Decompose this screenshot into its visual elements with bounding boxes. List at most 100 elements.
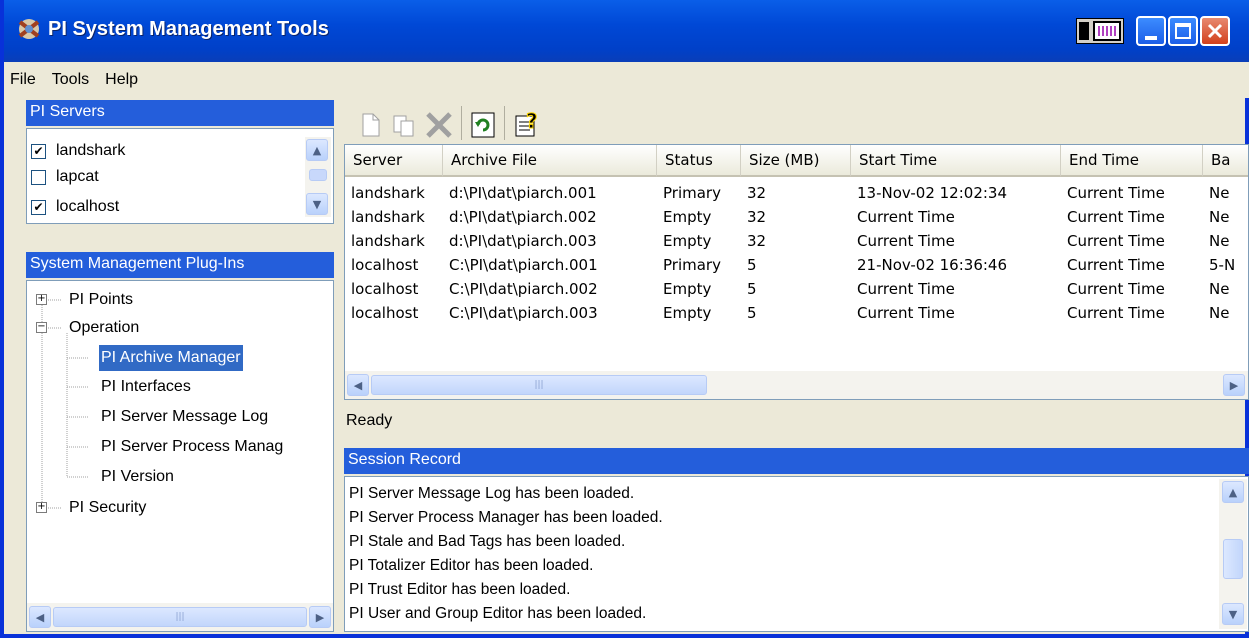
table-row[interactable]: localhost C:\PI\dat\piarch.001 Primary 5 21-… bbox=[345, 253, 1248, 277]
table-row[interactable]: localhost C:\PI\dat\piarch.002 Empty 5 Curre… bbox=[345, 277, 1248, 301]
column-header[interactable]: Ba bbox=[1203, 145, 1248, 177]
svg-text:?: ? bbox=[526, 109, 538, 133]
table-cell: Empty bbox=[663, 232, 712, 250]
table-cell: 21-Nov-02 16:36:46 bbox=[857, 256, 1008, 274]
column-header[interactable]: Server bbox=[345, 145, 443, 177]
app-logo-icon bbox=[18, 19, 40, 39]
table-cell: 13-Nov-02 12:02:34 bbox=[857, 184, 1008, 202]
table-cell: 5-N bbox=[1209, 256, 1236, 274]
scroll-right-button[interactable]: ▶ bbox=[309, 606, 331, 628]
close-icon bbox=[1207, 23, 1223, 39]
table-cell: Current Time bbox=[1067, 280, 1165, 298]
session-scrollbar[interactable]: ▲ ▼ bbox=[1219, 479, 1247, 629]
tree-hscrollbar[interactable]: ◀ ||| ▶ bbox=[27, 603, 333, 631]
scroll-left-button[interactable]: ◀ bbox=[29, 606, 51, 628]
tree-item-pi-security[interactable]: PI Security bbox=[69, 495, 146, 521]
scroll-left-button[interactable]: ◀ bbox=[347, 374, 369, 396]
table-cell: Current Time bbox=[1067, 304, 1165, 322]
servers-scrollbar[interactable]: ▲ ▼ bbox=[305, 137, 331, 217]
close-button[interactable] bbox=[1200, 16, 1230, 46]
table-cell: Empty bbox=[663, 208, 712, 226]
column-header[interactable]: Size (MB) bbox=[741, 145, 851, 177]
column-header[interactable]: End Time bbox=[1061, 145, 1203, 177]
checkbox[interactable] bbox=[31, 169, 46, 185]
tree-item-pi-server-message-log[interactable]: PI Server Message Log bbox=[101, 404, 268, 430]
table-cell: Primary bbox=[663, 256, 721, 274]
copy-icon[interactable] bbox=[392, 112, 416, 138]
table-cell: Current Time bbox=[1067, 232, 1165, 250]
table-cell: Current Time bbox=[857, 280, 955, 298]
title-bar[interactable]: PI System Management Tools bbox=[4, 0, 1249, 62]
scroll-down-button[interactable]: ▼ bbox=[1222, 603, 1244, 625]
table-cell: localhost bbox=[351, 256, 419, 274]
window-title: PI System Management Tools bbox=[48, 18, 329, 40]
table-cell: landshark bbox=[351, 232, 425, 250]
new-icon[interactable] bbox=[360, 112, 382, 138]
server-item-lapcat[interactable]: lapcat bbox=[31, 165, 99, 189]
table-cell: Primary bbox=[663, 184, 721, 202]
log-line: PI Server Message Log has been loaded. bbox=[349, 485, 635, 502]
column-header[interactable]: Archive File bbox=[443, 145, 657, 177]
scroll-right-button[interactable]: ▶ bbox=[1223, 374, 1245, 396]
tree-item-pi-archive-manager[interactable]: PI Archive Manager bbox=[99, 345, 243, 371]
scroll-thumb[interactable]: ||| bbox=[53, 607, 307, 627]
scroll-up-button[interactable]: ▲ bbox=[306, 139, 328, 161]
tree-item-pi-points[interactable]: PI Points bbox=[69, 287, 133, 313]
table-cell: landshark bbox=[351, 184, 425, 202]
plugins-tree: + PI Points − Operation PI Archive Manag… bbox=[26, 280, 334, 632]
table-row[interactable]: landshark d:\PI\dat\piarch.003 Empty 32 Curr… bbox=[345, 229, 1248, 253]
table-cell: Ne bbox=[1209, 280, 1230, 298]
table-cell: localhost bbox=[351, 304, 419, 322]
menu-tools[interactable]: Tools bbox=[52, 71, 89, 89]
log-line: PI Server Process Manager has been loade… bbox=[349, 509, 663, 526]
table-cell: Current Time bbox=[1067, 256, 1165, 274]
table-row[interactable]: localhost C:\PI\dat\piarch.003 Empty 5 Curre… bbox=[345, 301, 1248, 325]
table-cell: C:\PI\dat\piarch.002 bbox=[449, 280, 598, 298]
pi-servers-header: PI Servers bbox=[26, 100, 334, 126]
log-line: PI Trust Editor has been loaded. bbox=[349, 581, 571, 598]
scroll-down-button[interactable]: ▼ bbox=[306, 193, 328, 215]
scroll-thumb[interactable] bbox=[1223, 539, 1243, 579]
expand-plus-icon[interactable]: + bbox=[36, 294, 47, 305]
scroll-thumb[interactable]: ||| bbox=[371, 375, 707, 395]
log-line: PI Totalizer Editor has been loaded. bbox=[349, 557, 594, 574]
properties-icon[interactable]: ? bbox=[512, 108, 544, 140]
plugins-header: System Management Plug-Ins bbox=[26, 252, 334, 278]
menu-help[interactable]: Help bbox=[105, 71, 138, 89]
scroll-thumb[interactable] bbox=[309, 169, 327, 181]
menu-bar: File Tools Help bbox=[4, 62, 1249, 98]
tree-item-operation[interactable]: Operation bbox=[69, 315, 139, 341]
table-cell: Empty bbox=[663, 280, 712, 298]
system-menu-icon[interactable] bbox=[1076, 18, 1124, 44]
table-row[interactable]: landshark d:\PI\dat\piarch.002 Empty 32 Curr… bbox=[345, 205, 1248, 229]
log-line: PI User and Group Editor has been loaded… bbox=[349, 605, 647, 622]
table-cell: landshark bbox=[351, 208, 425, 226]
table-cell: Empty bbox=[663, 304, 712, 322]
server-item-landshark[interactable]: ✔ landshark bbox=[31, 139, 125, 163]
menu-file[interactable]: File bbox=[10, 71, 36, 89]
collapse-minus-icon[interactable]: − bbox=[36, 322, 47, 333]
table-cell: C:\PI\dat\piarch.001 bbox=[449, 256, 598, 274]
delete-icon[interactable] bbox=[424, 110, 454, 140]
table-row[interactable]: landshark d:\PI\dat\piarch.001 Primary 32 13… bbox=[345, 181, 1248, 205]
table-cell: 32 bbox=[747, 232, 767, 250]
status-text: Ready bbox=[346, 412, 393, 429]
scroll-up-button[interactable]: ▲ bbox=[1222, 481, 1244, 503]
server-item-localhost[interactable]: ✔ localhost bbox=[31, 195, 119, 219]
session-record-log[interactable]: PI Server Message Log has been loaded. P… bbox=[344, 476, 1249, 632]
table-cell: Current Time bbox=[857, 304, 955, 322]
checkbox[interactable]: ✔ bbox=[31, 199, 46, 215]
minimize-button[interactable] bbox=[1136, 16, 1166, 46]
column-header[interactable]: Start Time bbox=[851, 145, 1061, 177]
tree-item-pi-interfaces[interactable]: PI Interfaces bbox=[101, 374, 191, 400]
expand-plus-icon[interactable]: + bbox=[36, 502, 47, 513]
table-hscrollbar[interactable]: ◀ ||| ▶ bbox=[345, 371, 1248, 399]
table-cell: Ne bbox=[1209, 184, 1230, 202]
refresh-icon[interactable] bbox=[469, 110, 497, 140]
checkbox[interactable]: ✔ bbox=[31, 143, 46, 159]
maximize-button[interactable] bbox=[1168, 16, 1198, 46]
tree-item-pi-version[interactable]: PI Version bbox=[101, 464, 174, 490]
table-cell: 32 bbox=[747, 184, 767, 202]
tree-item-pi-server-process-manager[interactable]: PI Server Process Manag bbox=[101, 434, 283, 460]
column-header[interactable]: Status bbox=[657, 145, 741, 177]
